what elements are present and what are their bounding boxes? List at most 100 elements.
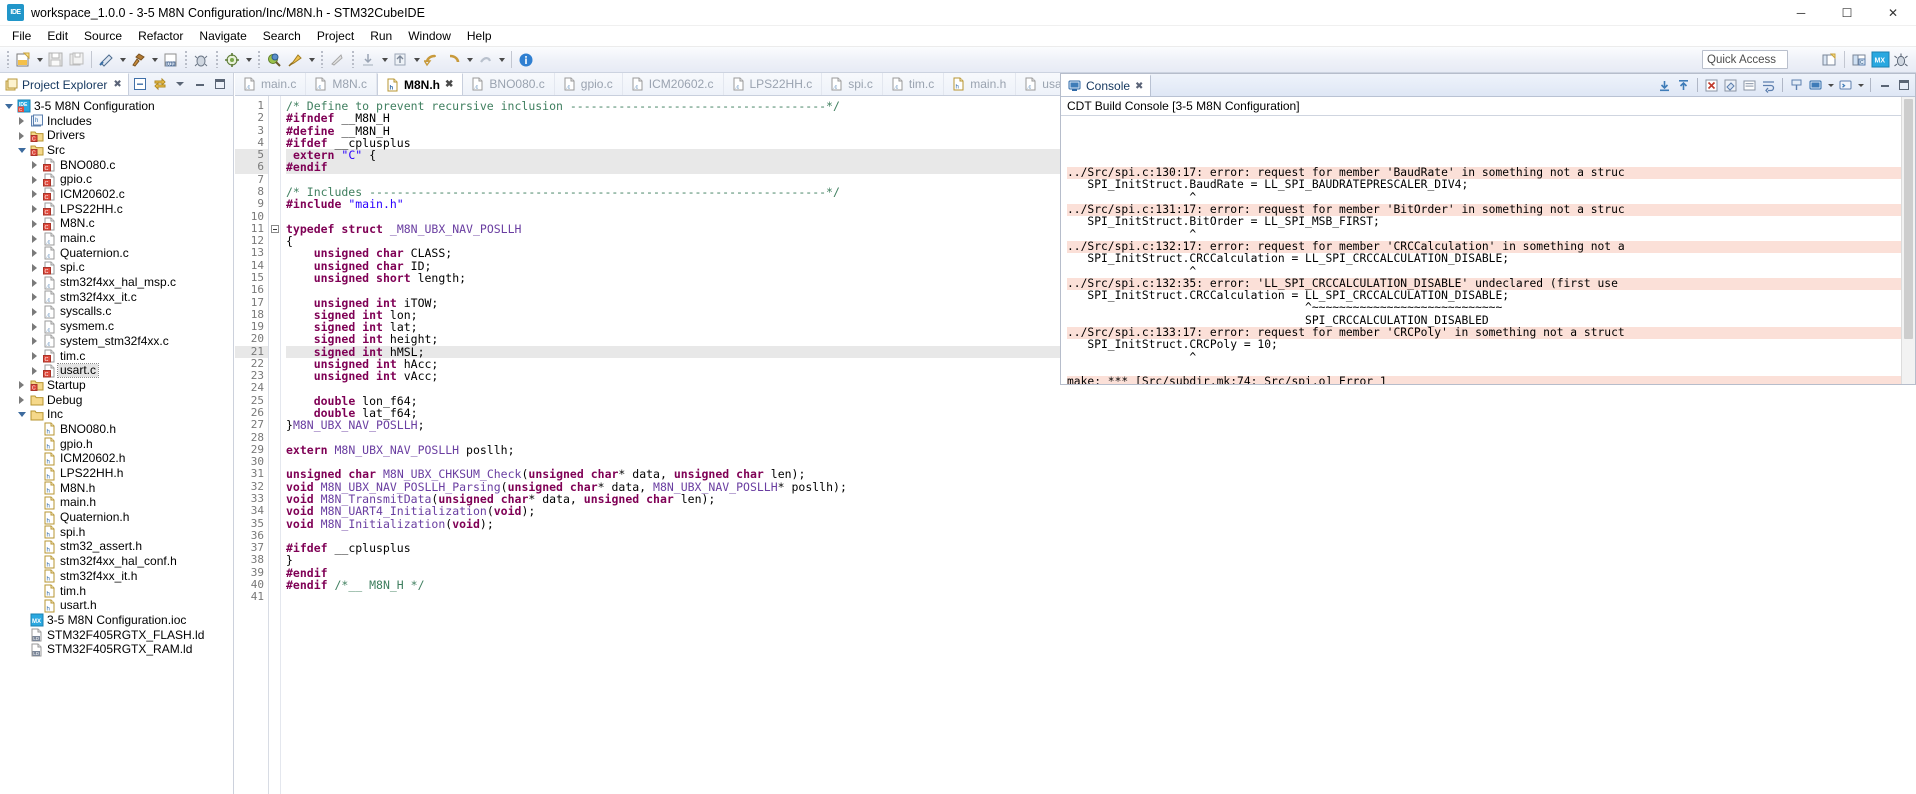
chevron-right-icon[interactable]: [28, 220, 41, 228]
chevron-right-icon[interactable]: [28, 176, 41, 184]
editor-tab-icm20602-c[interactable]: .c ICM20602.c: [623, 73, 724, 95]
tree-item-spi-h[interactable]: h spi.h: [0, 525, 233, 540]
chevron-right-icon[interactable]: [28, 352, 41, 360]
tree-item-bno080-c[interactable]: C BNO080.c: [0, 158, 233, 173]
code-line[interactable]: void M8N_Initialization(void);: [286, 517, 1916, 530]
build-all-dropdown-icon[interactable]: [117, 50, 128, 70]
chevron-right-icon[interactable]: [28, 293, 41, 301]
collapse-all-icon[interactable]: [132, 77, 147, 92]
tree-item-gpio-c[interactable]: Cgpio.c: [0, 172, 233, 187]
code-line[interactable]: [286, 591, 1916, 603]
tab-project-explorer[interactable]: Project Explorer ✖: [0, 73, 129, 95]
tree-item-spi-c[interactable]: Cspi.c: [0, 261, 233, 276]
tree-item-lps22hh-h[interactable]: h LPS22HH.h: [0, 466, 233, 481]
chevron-right-icon[interactable]: [15, 132, 28, 140]
menu-help[interactable]: Help: [459, 27, 500, 45]
editor-tab-m8n-c[interactable]: .c M8N.c: [306, 73, 378, 95]
menu-window[interactable]: Window: [400, 27, 459, 45]
tree-item-stm32f4xx-hal-msp-c[interactable]: .c stm32f4xx_hal_msp.c: [0, 275, 233, 290]
chevron-right-icon[interactable]: [28, 264, 41, 272]
tree-item-quaternion-c[interactable]: .c Quaternion.c: [0, 246, 233, 261]
back-icon[interactable]: [422, 50, 443, 70]
debug-perspective-icon[interactable]: [1891, 50, 1912, 70]
tree-item-system-stm32f4xx-c[interactable]: .c system_stm32f4xx.c: [0, 334, 233, 349]
new-c-file-icon[interactable]: 010: [160, 50, 181, 70]
chevron-right-icon[interactable]: [28, 190, 41, 198]
maximize-icon[interactable]: [212, 77, 227, 92]
chevron-right-icon[interactable]: [15, 381, 28, 389]
chevron-right-icon[interactable]: [28, 249, 41, 257]
pin-dropdown-icon[interactable]: [306, 50, 317, 70]
code-line[interactable]: #ifdef __cplusplus: [286, 542, 1916, 555]
tree-item-lps22hh-c[interactable]: C LPS22HH.c: [0, 202, 233, 217]
project-tree[interactable]: IDE C 3-5 M8N Configuration h Includes C Drive…: [0, 96, 233, 794]
editor-tab-bno080-c[interactable]: .c BNO080.c: [463, 73, 555, 95]
editor-tab-main-h[interactable]: h main.h: [944, 73, 1017, 95]
tree-item-stm32f4xx-it-h[interactable]: h stm32f4xx_it.h: [0, 569, 233, 584]
maximize-button[interactable]: ☐: [1824, 0, 1870, 26]
debug-config-icon[interactable]: [191, 50, 212, 70]
menu-file[interactable]: File: [4, 27, 39, 45]
display-selected-console-icon[interactable]: [1807, 77, 1824, 94]
display-selected-console-dropdown-icon[interactable]: [1826, 77, 1835, 94]
chevron-right-icon[interactable]: [28, 367, 41, 375]
tree-item-includes[interactable]: h Includes: [0, 114, 233, 129]
run-tools-dropdown-icon[interactable]: [243, 50, 254, 70]
menu-project[interactable]: Project: [309, 27, 362, 45]
chevron-right-icon[interactable]: [28, 235, 41, 243]
step-return-dropdown-icon[interactable]: [411, 50, 422, 70]
console-scrollbar-thumb[interactable]: [1904, 99, 1913, 339]
tree-item-src[interactable]: C Src: [0, 143, 233, 158]
menu-source[interactable]: Source: [76, 27, 130, 45]
chevron-down-icon[interactable]: [15, 148, 28, 153]
build-all-icon[interactable]: [96, 50, 117, 70]
menu-navigate[interactable]: Navigate: [191, 27, 254, 45]
close-icon[interactable]: ✖: [1135, 81, 1143, 92]
editor-tab-lps22hh-c[interactable]: .c LPS22HH.c: [724, 73, 823, 95]
fold-toggle-icon[interactable]: [269, 223, 280, 235]
code-line[interactable]: void M8N_UART4_Initialization(void);: [286, 505, 1916, 518]
close-icon[interactable]: ✖: [445, 79, 453, 90]
tree-item-stm32-assert-h[interactable]: h stm32_assert.h: [0, 540, 233, 555]
editor-tab-gpio-c[interactable]: .c gpio.c: [555, 73, 623, 95]
code-line[interactable]: #endif: [286, 567, 1916, 579]
folding-column[interactable]: [269, 96, 281, 794]
new-file-icon[interactable]: [13, 50, 34, 70]
link-with-editor-icon[interactable]: [152, 77, 167, 92]
editor-tab-m8n-h[interactable]: h M8N.h ✖: [377, 73, 464, 95]
tree-item-3-5-m8n-configuration-ioc[interactable]: MX 3-5 M8N Configuration.ioc: [0, 613, 233, 628]
tree-item-stm32f4xx-hal-conf-h[interactable]: h stm32f4xx_hal_conf.h: [0, 554, 233, 569]
code-line[interactable]: }: [286, 554, 1916, 567]
search-icon[interactable]: [264, 50, 285, 70]
tree-item-tim-c[interactable]: Ctim.c: [0, 349, 233, 364]
new-file-dropdown-icon[interactable]: [34, 50, 45, 70]
close-icon[interactable]: ✖: [113, 79, 121, 90]
remove-all-terminated-icon[interactable]: [1703, 77, 1720, 94]
minimize-icon[interactable]: [1876, 77, 1893, 94]
tree-item-stm32f4xx-it-c[interactable]: .c stm32f4xx_it.c: [0, 290, 233, 305]
editor-tab-tim-c[interactable]: .c tim.c: [883, 73, 945, 95]
chevron-right-icon[interactable]: [28, 205, 41, 213]
tree-item-m8n-c[interactable]: C M8N.c: [0, 217, 233, 232]
editor-tab-spi-c[interactable]: .c spi.c: [822, 73, 883, 95]
tree-item-startup[interactable]: C Startup: [0, 378, 233, 393]
chevron-right-icon[interactable]: [28, 308, 41, 316]
open-perspective-icon[interactable]: [1819, 50, 1840, 70]
info-icon[interactable]: [516, 50, 537, 70]
open-console-dropdown-icon[interactable]: [1856, 77, 1865, 94]
c-cpp-perspective-icon[interactable]: C: [1849, 50, 1870, 70]
mx-perspective-icon[interactable]: MX: [1870, 50, 1891, 70]
previous-annotation-dropdown-icon[interactable]: [496, 50, 507, 70]
tree-item-usart-c[interactable]: Cusart.c: [0, 363, 233, 379]
pin-icon[interactable]: [285, 50, 306, 70]
tree-item-gpio-h[interactable]: h gpio.h: [0, 437, 233, 452]
scroll-lock-icon[interactable]: [1741, 77, 1758, 94]
forward-dropdown-icon[interactable]: [464, 50, 475, 70]
code-line[interactable]: }M8N_UBX_NAV_POSLLH;: [286, 419, 1916, 432]
step-into-dropdown-icon[interactable]: [379, 50, 390, 70]
quick-access-input[interactable]: Quick Access: [1702, 50, 1788, 69]
tree-item-usart-h[interactable]: h usart.h: [0, 598, 233, 613]
tree-item-stm32f405rgtx-ram-ld[interactable]: LD STM32F405RGTX_RAM.ld: [0, 642, 233, 657]
tree-item-sysmem-c[interactable]: .c sysmem.c: [0, 319, 233, 334]
menu-search[interactable]: Search: [255, 27, 309, 45]
